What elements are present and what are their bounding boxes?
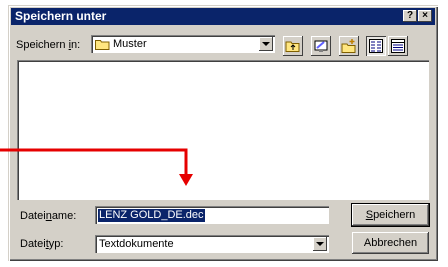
annotation-arrow [0,148,193,186]
